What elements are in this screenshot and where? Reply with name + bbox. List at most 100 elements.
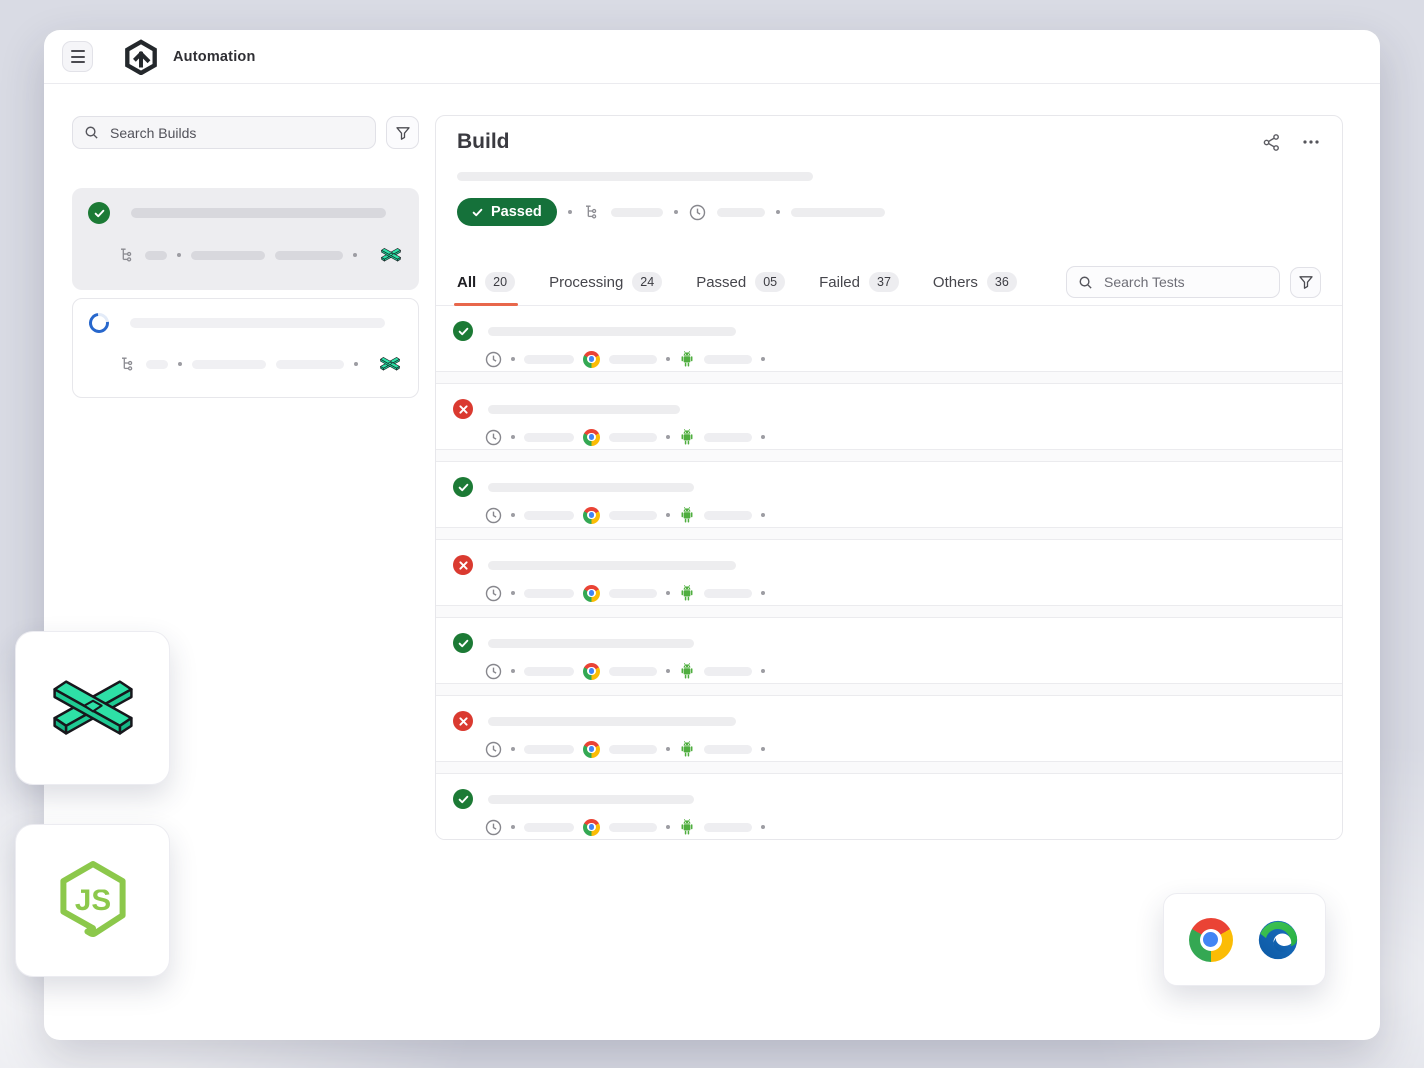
dot-separator — [354, 362, 358, 366]
check-icon — [472, 207, 483, 218]
passed-status-icon — [453, 477, 473, 497]
branch-tree-icon — [119, 356, 136, 373]
dot-separator — [511, 825, 515, 829]
dot-separator — [666, 591, 670, 595]
skeleton-bar — [275, 251, 343, 260]
skeleton-bar — [704, 823, 752, 832]
x-framework-icon — [45, 672, 141, 745]
row-separator — [436, 527, 1342, 540]
check-icon — [458, 794, 469, 805]
build-card-list — [72, 188, 419, 398]
skeleton-bar — [704, 433, 752, 442]
skeleton-bar — [524, 823, 574, 832]
branch-tree-icon — [583, 204, 600, 221]
row-separator — [436, 683, 1342, 696]
tab-count-badge: 20 — [485, 272, 515, 292]
tab-count-badge: 24 — [632, 272, 662, 292]
tab-label: Processing — [549, 274, 623, 291]
skeleton-bar — [488, 405, 680, 414]
tab-processing[interactable]: Processing 24 — [549, 259, 662, 305]
tab-count-badge: 37 — [869, 272, 899, 292]
x-framework-icon — [379, 246, 403, 264]
skeleton-bar — [609, 511, 657, 520]
android-icon — [679, 350, 695, 368]
chrome-icon — [583, 819, 600, 836]
skeleton-bar — [524, 511, 574, 520]
build-card-passed[interactable] — [72, 188, 419, 290]
test-row-failed[interactable] — [436, 540, 1342, 605]
tab-others[interactable]: Others 36 — [933, 259, 1017, 305]
tab-label: Passed — [696, 274, 746, 291]
chrome-icon — [583, 741, 600, 758]
dot-separator — [666, 357, 670, 361]
test-row-passed[interactable] — [436, 774, 1342, 839]
tab-passed[interactable]: Passed 05 — [696, 259, 785, 305]
skeleton-bar — [704, 589, 752, 598]
clock-icon — [485, 819, 502, 836]
dot-separator — [177, 253, 181, 257]
chrome-icon — [583, 507, 600, 524]
android-icon — [679, 818, 695, 836]
filter-funnel-icon — [395, 125, 411, 141]
check-icon — [472, 207, 483, 218]
search-tests-input-box[interactable] — [1066, 266, 1280, 298]
dot-separator — [353, 253, 357, 257]
chrome-icon — [583, 663, 600, 680]
skeleton-bar — [488, 795, 694, 804]
search-icon — [1078, 275, 1093, 290]
tab-all[interactable]: All 20 — [457, 259, 515, 305]
test-list — [436, 306, 1342, 839]
android-icon — [679, 350, 695, 368]
skeleton-bar — [524, 589, 574, 598]
failed-status-icon — [453, 399, 473, 419]
skeleton-bar — [131, 208, 386, 218]
tab-count-badge: 36 — [987, 272, 1017, 292]
chrome-icon — [583, 585, 600, 602]
app-logo-icon — [124, 39, 158, 75]
test-row-failed[interactable] — [436, 696, 1342, 761]
skeleton-bar — [717, 208, 765, 217]
builds-filter-button[interactable] — [386, 116, 419, 149]
skeleton-bar — [611, 208, 663, 217]
clock-icon — [485, 741, 502, 758]
framework-logo-card — [15, 631, 170, 785]
dot-separator — [666, 435, 670, 439]
search-builds-input-box[interactable] — [72, 116, 376, 149]
test-row-passed[interactable] — [436, 618, 1342, 683]
edge-icon — [1255, 917, 1301, 963]
dot-separator — [776, 210, 780, 214]
search-tests-input[interactable] — [1102, 273, 1268, 291]
tab-label: All — [457, 274, 476, 291]
share-icon[interactable] — [1262, 133, 1281, 152]
dot-separator — [511, 357, 515, 361]
more-options-icon[interactable] — [1301, 132, 1321, 152]
skeleton-bar — [791, 208, 885, 217]
tests-filter-button[interactable] — [1290, 267, 1321, 298]
android-icon — [679, 818, 695, 836]
skeleton-bar — [524, 745, 574, 754]
test-row-passed[interactable] — [436, 306, 1342, 371]
running-spinner-icon — [85, 309, 113, 337]
search-icon — [84, 125, 99, 140]
test-row-failed[interactable] — [436, 384, 1342, 449]
skeleton-bar — [704, 355, 752, 364]
top-bar: Automation — [44, 30, 1380, 84]
clock-icon — [689, 204, 706, 221]
tabs: All 20 Processing 24 Passed 05 Failed 37… — [457, 259, 1051, 305]
skeleton-bar — [609, 355, 657, 364]
x-framework-icon — [379, 246, 403, 264]
page-title: Automation — [173, 49, 256, 65]
skeleton-bar — [130, 318, 385, 328]
failed-status-icon — [453, 555, 473, 575]
tab-label: Failed — [819, 274, 860, 291]
skeleton-bar — [192, 360, 266, 369]
hamburger-menu-button[interactable] — [62, 41, 93, 72]
dot-separator — [674, 210, 678, 214]
test-row-passed[interactable] — [436, 462, 1342, 527]
build-card-running[interactable] — [72, 298, 419, 398]
tab-failed[interactable]: Failed 37 — [819, 259, 899, 305]
skeleton-bar — [704, 667, 752, 676]
passed-status-icon — [88, 202, 110, 224]
search-builds-input[interactable] — [108, 124, 364, 142]
builds-search-row — [72, 116, 419, 149]
